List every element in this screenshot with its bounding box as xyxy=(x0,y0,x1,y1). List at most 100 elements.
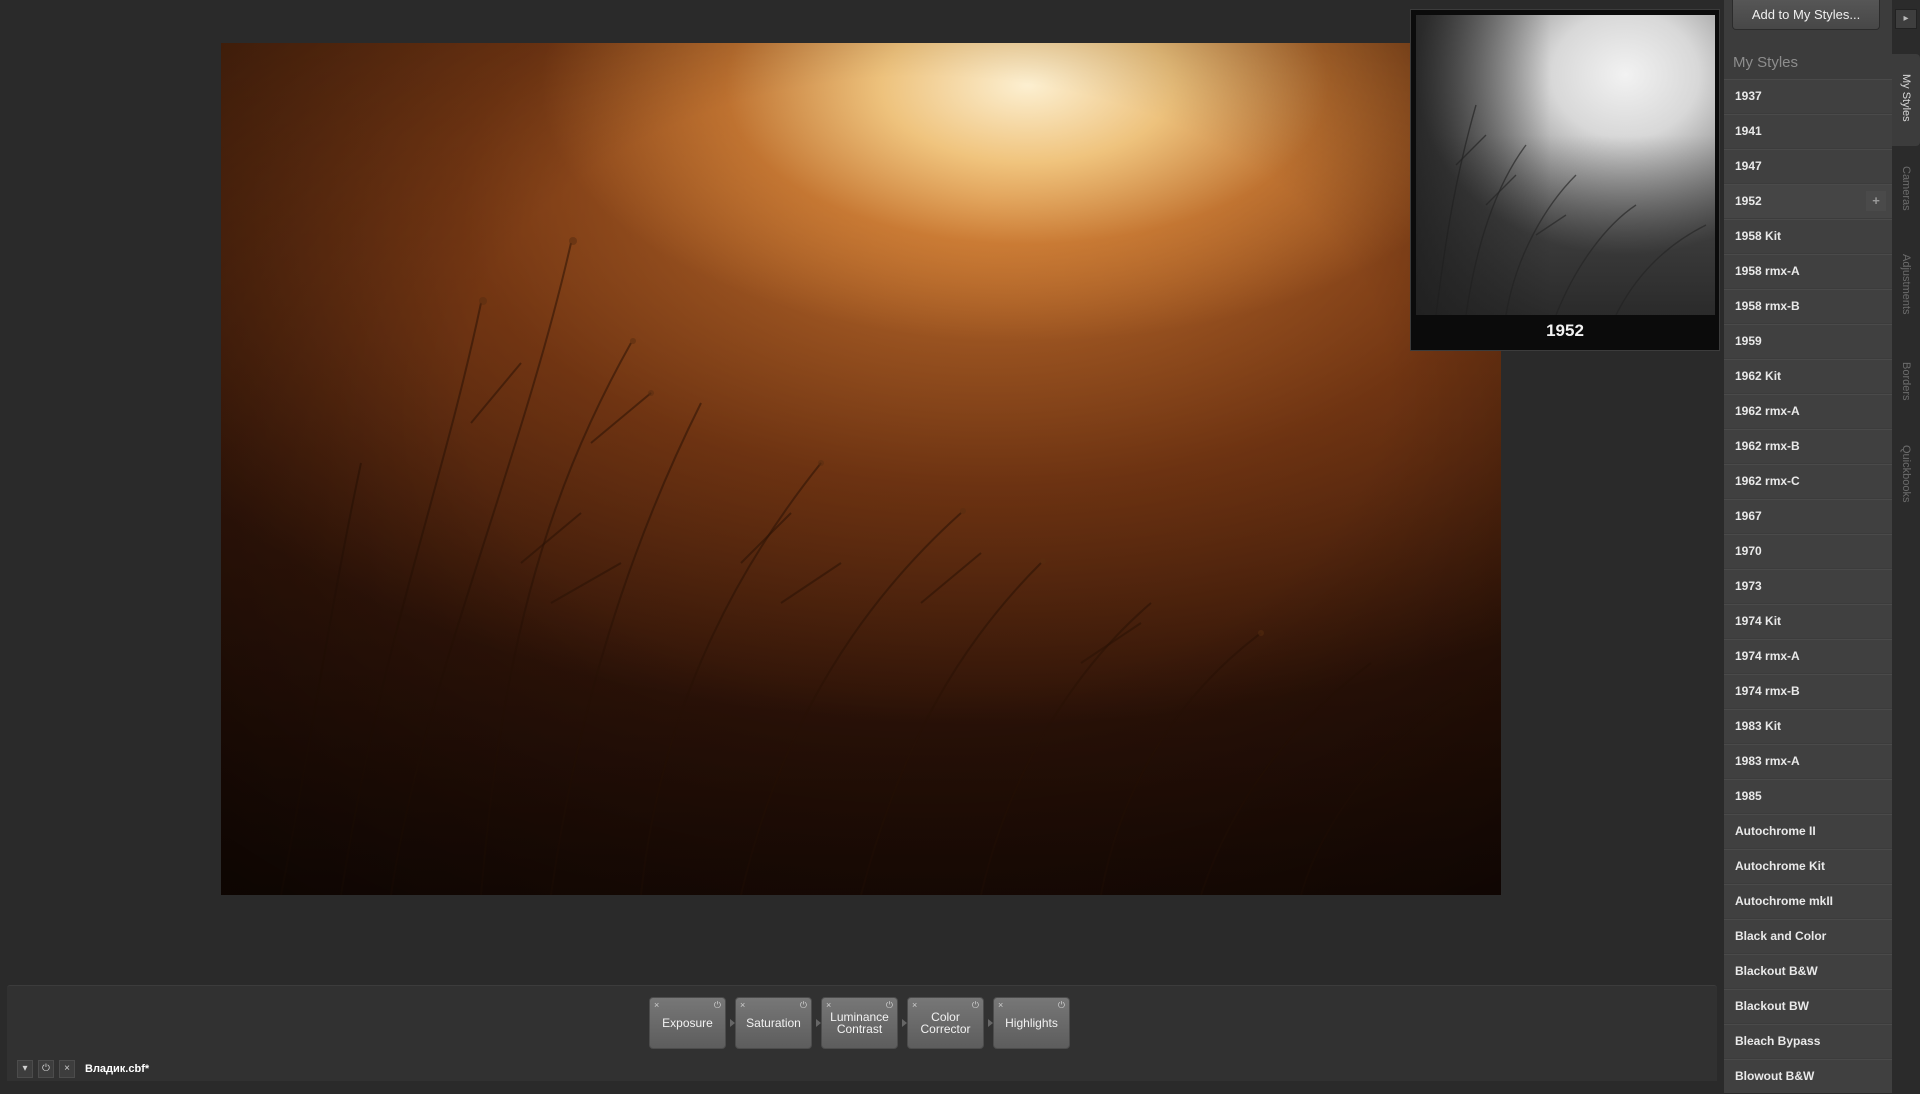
tab-my-styles[interactable]: My Styles xyxy=(1892,54,1920,146)
tool-label: Highlights xyxy=(1005,1016,1058,1030)
style-item[interactable]: 1952 + xyxy=(1724,184,1892,218)
style-preview-image xyxy=(1416,15,1715,315)
style-item-label: Blackout B&W xyxy=(1735,964,1818,978)
style-item[interactable]: 1970 xyxy=(1724,534,1892,568)
style-item[interactable]: 1947 xyxy=(1724,149,1892,183)
panel-title: My Styles xyxy=(1733,54,1799,71)
power-icon[interactable]: ⏻ xyxy=(972,999,979,1011)
style-item-label: Autochrome II xyxy=(1735,824,1816,838)
power-icon[interactable]: ⏻ xyxy=(38,1060,54,1078)
style-item[interactable]: 1937 xyxy=(1724,79,1892,113)
close-icon[interactable]: × xyxy=(998,999,1003,1011)
style-item-label: Autochrome Kit xyxy=(1735,859,1825,873)
style-item-label: 1974 rmx-B xyxy=(1735,684,1800,698)
style-item[interactable]: Black and Color xyxy=(1724,919,1892,953)
close-icon[interactable]: × xyxy=(826,999,831,1011)
style-item-label: 1974 Kit xyxy=(1735,614,1782,628)
style-item[interactable]: 1985 xyxy=(1724,779,1892,813)
style-item-label: 1958 rmx-A xyxy=(1735,264,1800,278)
preview-style-name: 1952 xyxy=(1546,321,1584,340)
style-item[interactable]: 1974 Kit xyxy=(1724,604,1892,638)
tools-bar: × ⏻ Exposure × ⏻ Saturation × ⏻ Luminanc… xyxy=(7,985,1717,1081)
tab-cameras[interactable]: Cameras xyxy=(1892,162,1920,232)
style-item-label: 1967 xyxy=(1735,509,1762,523)
style-item-label: Blackout BW xyxy=(1735,999,1810,1013)
vertical-tab-bar: ▸ My Styles Cameras Adjustments Borders … xyxy=(1892,0,1920,1080)
tool-saturation[interactable]: × ⏻ Saturation xyxy=(735,997,812,1049)
tool-label: Exposure xyxy=(662,1016,713,1030)
close-icon[interactable]: × xyxy=(740,999,745,1011)
style-item-label: 1970 xyxy=(1735,544,1762,558)
style-preview-popup: 1952 xyxy=(1410,9,1720,351)
style-item[interactable]: 1983 rmx-A xyxy=(1724,744,1892,778)
style-item-label: 1952 xyxy=(1735,194,1762,208)
style-item-label: Bleach Bypass xyxy=(1735,1034,1821,1048)
tab-borders[interactable]: Borders xyxy=(1892,358,1920,408)
style-item[interactable]: 1941 xyxy=(1724,114,1892,148)
style-item[interactable]: Bleach Bypass xyxy=(1724,1024,1892,1058)
power-icon[interactable]: ⏻ xyxy=(714,999,721,1011)
chevron-down-icon[interactable]: ▾ xyxy=(17,1060,33,1078)
close-icon[interactable]: × xyxy=(912,999,917,1011)
tab-quickbooks[interactable]: Quickbooks xyxy=(1892,441,1920,531)
style-item-label: Autochrome mkII xyxy=(1735,894,1834,908)
style-item[interactable]: 1959 xyxy=(1724,324,1892,358)
tool-label: Color Corrector xyxy=(920,1010,971,1036)
power-icon[interactable]: ⏻ xyxy=(886,999,893,1011)
style-item-label: 1985 xyxy=(1735,789,1762,803)
style-item-label: 1983 rmx-A xyxy=(1735,754,1800,768)
style-item[interactable]: 1974 rmx-B xyxy=(1724,674,1892,708)
photo-vignette xyxy=(221,43,1501,895)
style-item[interactable]: Autochrome mkII xyxy=(1724,884,1892,918)
close-icon[interactable]: × xyxy=(654,999,659,1011)
add-to-my-styles-button[interactable]: Add to My Styles... xyxy=(1732,0,1880,30)
style-item[interactable]: 1958 rmx-B xyxy=(1724,289,1892,323)
tool-luminance-contrast[interactable]: × ⏻ Luminance Contrast xyxy=(821,997,898,1049)
style-item[interactable]: 1962 Kit xyxy=(1724,359,1892,393)
tool-color-corrector[interactable]: × ⏻ Color Corrector xyxy=(907,997,984,1049)
tool-label: Luminance Contrast xyxy=(830,1010,889,1036)
style-item[interactable]: Blackout BW xyxy=(1724,989,1892,1023)
style-item[interactable]: Autochrome Kit xyxy=(1724,849,1892,883)
style-item-label: 1959 xyxy=(1735,334,1762,348)
close-icon[interactable]: × xyxy=(59,1060,75,1078)
tool-highlights[interactable]: × ⏻ Highlights xyxy=(993,997,1070,1049)
style-item[interactable]: 1983 Kit xyxy=(1724,709,1892,743)
style-item[interactable]: Autochrome II xyxy=(1724,814,1892,848)
style-item[interactable]: 1973 xyxy=(1724,569,1892,603)
style-item-label: 1962 Kit xyxy=(1735,369,1782,383)
styles-panel: Add to My Styles... My Styles 1937 1941 19… xyxy=(1724,0,1892,1093)
tool-exposure[interactable]: × ⏻ Exposure xyxy=(649,997,726,1049)
style-item-label: 1941 xyxy=(1735,124,1762,138)
style-item[interactable]: 1974 rmx-A xyxy=(1724,639,1892,673)
style-item-label: 1937 xyxy=(1735,89,1762,103)
style-item[interactable]: 1967 xyxy=(1724,499,1892,533)
style-item[interactable]: 1962 rmx-C xyxy=(1724,464,1892,498)
style-item[interactable]: 1962 rmx-A xyxy=(1724,394,1892,428)
style-item-label: 1962 rmx-B xyxy=(1735,439,1800,453)
power-icon[interactable]: ⏻ xyxy=(1058,999,1065,1011)
style-item-label: Black and Color xyxy=(1735,929,1827,943)
collapse-arrow-icon[interactable]: ▸ xyxy=(1895,9,1917,29)
style-item[interactable]: 1962 rmx-B xyxy=(1724,429,1892,463)
style-list: 1937 1941 1947 1952 +1958 Kit 1958 rmx-A 1958 … xyxy=(1724,79,1892,1094)
style-item[interactable]: 1958 Kit xyxy=(1724,219,1892,253)
style-item[interactable]: Blackout B&W xyxy=(1724,954,1892,988)
main-photo-canvas[interactable] xyxy=(221,43,1501,895)
style-item-label: 1958 rmx-B xyxy=(1735,299,1800,313)
style-item-label: 1962 rmx-A xyxy=(1735,404,1800,418)
tab-adjustments[interactable]: Adjustments xyxy=(1892,250,1920,330)
style-item-label: Blowout B&W xyxy=(1735,1069,1815,1083)
add-style-plus-icon[interactable]: + xyxy=(1866,191,1886,211)
style-item-label: 1958 Kit xyxy=(1735,229,1782,243)
style-item[interactable]: 1958 rmx-A xyxy=(1724,254,1892,288)
tab-label: Borders xyxy=(1900,362,1912,401)
power-icon[interactable]: ⏻ xyxy=(800,999,807,1011)
tab-label: My Styles xyxy=(1900,74,1912,122)
style-item-label: 1962 rmx-C xyxy=(1735,474,1800,488)
tab-label: Adjustments xyxy=(1900,254,1912,315)
style-item[interactable]: Blowout B&W xyxy=(1724,1059,1892,1093)
style-item-label: 1973 xyxy=(1735,579,1762,593)
style-item-label: 1983 Kit xyxy=(1735,719,1782,733)
tab-label: Quickbooks xyxy=(1900,445,1912,503)
